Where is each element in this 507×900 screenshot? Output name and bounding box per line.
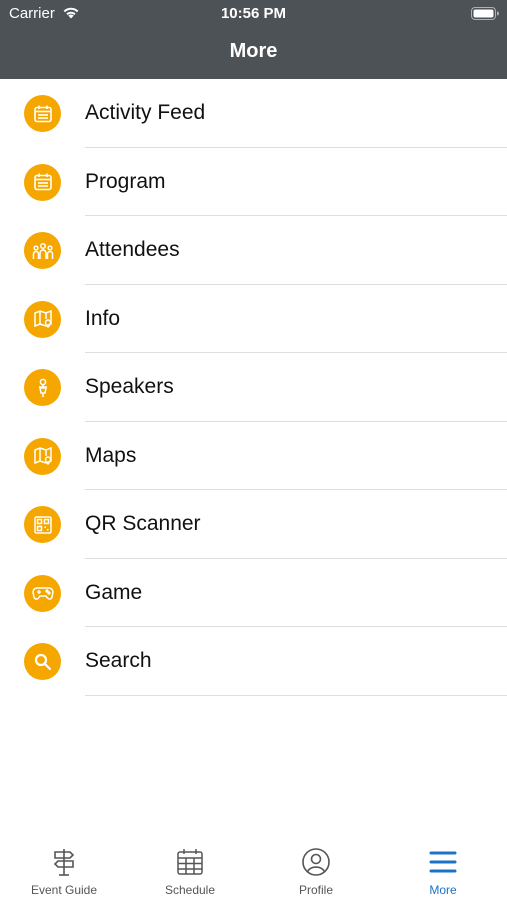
tab-event-guide[interactable]: Event Guide (1, 847, 127, 897)
navigation-header: Carrier 10:56 PM More (0, 0, 507, 79)
search-icon (24, 643, 61, 680)
menu-item-label: Maps (85, 443, 137, 467)
tab-label: Schedule (164, 883, 216, 897)
tab-schedule[interactable]: Schedule (127, 847, 253, 897)
map-pin-icon (24, 300, 61, 338)
tab-label: Profile (298, 883, 333, 897)
menu-item-info[interactable]: Info (0, 285, 507, 353)
menu-item-label: Activity Feed (85, 101, 206, 124)
menu-item-program[interactable]: Program (0, 148, 507, 216)
tab-label: Event Guide (30, 883, 98, 897)
menu-icon (429, 851, 457, 873)
menu-item-label: Search (85, 649, 152, 672)
menu-item-label: Attendees (85, 238, 180, 261)
calendar-icon (24, 95, 61, 132)
profile-icon (302, 848, 330, 876)
menu-item-label: Speakers (85, 375, 174, 398)
qr-code-icon (24, 506, 61, 543)
tab-more[interactable]: More (380, 847, 506, 897)
menu-item-maps[interactable]: Maps (0, 422, 507, 490)
calendar-icon (177, 849, 203, 875)
status-bar: Carrier 10:56 PM (0, 0, 507, 28)
menu-item-search[interactable]: Search (0, 627, 507, 696)
menu-item-qr-scanner[interactable]: QR Scanner (0, 490, 507, 559)
menu-item-game[interactable]: Game (0, 559, 507, 627)
menu-item-label: Program (85, 169, 166, 193)
divider (85, 694, 507, 696)
gamepad-icon (24, 574, 61, 612)
menu-item-label: QR Scanner (85, 512, 201, 535)
signpost-icon (53, 849, 75, 876)
page-title: More (229, 40, 278, 62)
tab-label: More (429, 883, 457, 897)
calendar-icon (24, 163, 61, 201)
battery-icon (471, 7, 499, 20)
menu-item-attendees[interactable]: Attendees (0, 216, 507, 285)
menu-item-label: Info (85, 306, 121, 330)
menu-item-activity-feed[interactable]: Activity Feed (0, 79, 507, 148)
tab-profile[interactable]: Profile (253, 847, 379, 897)
more-menu-list: Activity Feed Program Attendees Info Spe… (0, 79, 507, 696)
status-time: 10:56 PM (220, 5, 287, 22)
menu-item-label: Game (85, 580, 143, 604)
tab-bar: Event Guide Schedule Profile More (0, 835, 507, 900)
menu-item-speakers[interactable]: Speakers (0, 353, 507, 422)
speaker-icon (24, 369, 61, 406)
map-pin-icon (24, 437, 61, 475)
people-icon (24, 232, 61, 269)
